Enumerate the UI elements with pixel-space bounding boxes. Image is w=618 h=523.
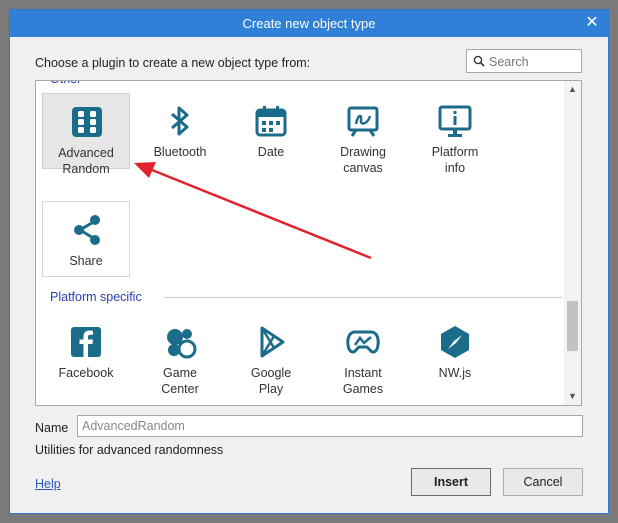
plugin-label: Instant Games	[342, 366, 384, 396]
plugin-label: Google Play	[250, 366, 292, 396]
plugin-tile-bluetooth[interactable]: Bluetooth	[136, 93, 224, 169]
game-center-icon	[167, 329, 197, 359]
plugin-label: Advanced Random	[58, 146, 114, 176]
section-header-platform-specific: Platform specific	[50, 290, 142, 304]
drawing-canvas-icon	[347, 106, 379, 137]
insert-button[interactable]: Insert	[411, 468, 491, 496]
scroll-thumb[interactable]	[567, 301, 578, 351]
instruction-text: Choose a plugin to create a new object t…	[35, 56, 311, 70]
section-divider	[88, 80, 560, 81]
google-play-icon	[260, 326, 285, 358]
close-button[interactable]: ✕	[582, 13, 602, 33]
dialog-titlebar: Create new object type ✕	[10, 10, 608, 37]
plugin-list[interactable]: Other Advanced Random Bluetooth	[35, 80, 582, 406]
plugin-label: Share	[69, 254, 103, 268]
search-input[interactable]	[487, 52, 581, 72]
name-label: Name	[35, 421, 69, 435]
plugin-tile-platform-info[interactable]: Platform info	[411, 93, 499, 175]
plugin-label: Platform info	[431, 145, 479, 175]
section-divider	[164, 297, 562, 298]
plugin-description: Utilities for advanced randomness	[35, 443, 224, 457]
plugin-label: Date	[257, 145, 285, 159]
plugin-tile-google-play[interactable]: Google Play	[227, 314, 315, 396]
plugin-tile-date[interactable]: Date	[227, 93, 315, 169]
plugin-tile-nwjs[interactable]: NW.js	[411, 314, 499, 390]
create-object-type-dialog: Create new object type ✕ Choose a plugin…	[9, 9, 609, 514]
section-header-other: Other	[50, 81, 81, 88]
calendar-icon	[255, 106, 287, 137]
search-icon	[473, 55, 485, 67]
plugin-label: Game Center	[161, 366, 199, 396]
plugin-label: Drawing canvas	[340, 145, 386, 175]
platform-info-icon	[438, 105, 472, 137]
name-input[interactable]	[77, 415, 583, 437]
plugin-label: Facebook	[58, 366, 114, 380]
scroll-down-arrow-icon[interactable]: ▼	[564, 388, 581, 405]
plugin-tile-instant-games[interactable]: Instant Games	[319, 314, 407, 396]
plugin-tile-drawing-canvas[interactable]: Drawing canvas	[319, 93, 407, 175]
plugin-label: Bluetooth	[153, 145, 207, 159]
cancel-button[interactable]: Cancel	[503, 468, 583, 496]
plugin-tile-game-center[interactable]: Game Center	[136, 314, 224, 396]
plugin-tile-facebook[interactable]: Facebook	[42, 314, 130, 390]
plugin-label: NW.js	[438, 366, 472, 380]
instant-games-icon	[346, 330, 380, 354]
plugin-tile-advanced-random[interactable]: Advanced Random	[42, 93, 130, 176]
search-box[interactable]	[466, 49, 582, 73]
bluetooth-icon	[171, 106, 189, 136]
scroll-up-arrow-icon[interactable]: ▲	[564, 81, 581, 98]
share-icon	[74, 215, 100, 245]
nwjs-icon	[441, 326, 469, 358]
dice-icon	[72, 107, 102, 137]
facebook-icon	[71, 327, 101, 357]
close-icon: ✕	[585, 14, 599, 31]
dialog-title: Create new object type	[242, 16, 376, 31]
help-link[interactable]: Help	[35, 477, 61, 491]
list-scrollbar[interactable]: ▲ ▼	[564, 81, 581, 405]
plugin-tile-share[interactable]: Share	[42, 201, 130, 277]
